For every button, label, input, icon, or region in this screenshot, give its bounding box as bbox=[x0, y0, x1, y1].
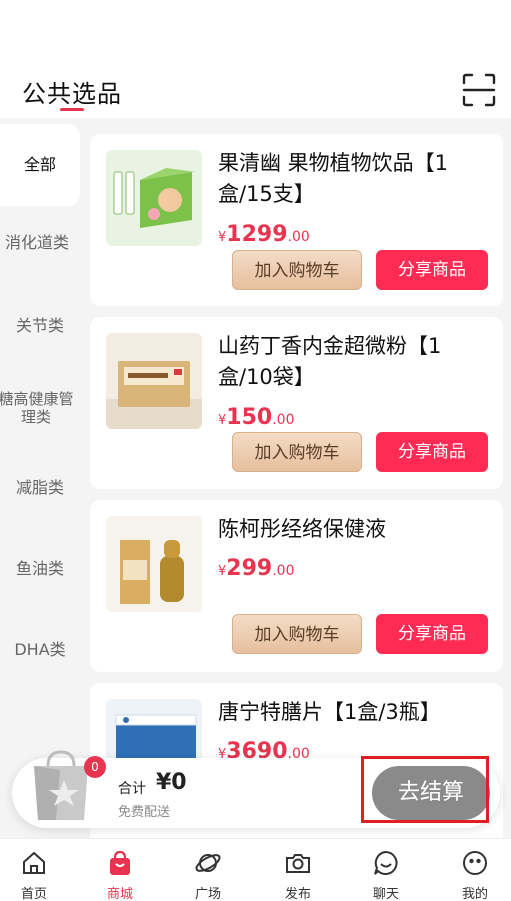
category-sidebar: 全部 消化道类 关节类 糖高健康管理类 减脂类 鱼油类 DHA类 bbox=[0, 118, 80, 838]
tab-mall[interactable]: 商城 bbox=[86, 839, 154, 901]
scan-icon[interactable] bbox=[461, 72, 497, 108]
shipping-note: 免费配送 bbox=[118, 805, 171, 820]
smiley-icon bbox=[463, 851, 487, 875]
product-price: ¥1299.00 bbox=[218, 222, 310, 247]
tab-home[interactable]: 首页 bbox=[0, 839, 68, 901]
product-card[interactable]: 山药丁香内金超微粉【1盒/10袋】 ¥150.00 加入购物车 分享商品 bbox=[90, 317, 503, 489]
product-card[interactable]: 陈柯彤经络保健液 ¥299.00 加入购物车 分享商品 bbox=[90, 500, 503, 672]
tab-label: 我的 bbox=[461, 887, 488, 901]
highlight-box bbox=[361, 756, 489, 823]
category-fish-oil[interactable]: 鱼油类 bbox=[0, 560, 80, 578]
category-dha[interactable]: DHA类 bbox=[0, 641, 80, 659]
home-icon bbox=[23, 851, 45, 874]
category-all[interactable]: 全部 bbox=[0, 124, 80, 206]
product-card[interactable]: 果清幽 果物植物饮品【1盒/15支】 ¥1299.00 加入购物车 分享商品 bbox=[90, 134, 503, 306]
product-name: 陈柯彤经络保健液 bbox=[218, 517, 386, 541]
tab-chat[interactable]: 聊天 bbox=[352, 839, 420, 901]
total-value: ¥0 bbox=[156, 770, 187, 795]
category-joint[interactable]: 关节类 bbox=[0, 317, 80, 335]
product-image bbox=[106, 150, 202, 246]
product-name: 唐宁特膳片【1盒/3瓶】 bbox=[218, 700, 441, 724]
tab-label: 首页 bbox=[20, 887, 47, 901]
page-title: 公共选品 bbox=[22, 80, 122, 108]
product-price: ¥150.00 bbox=[218, 405, 295, 430]
share-product-button[interactable]: 分享商品 bbox=[376, 250, 488, 290]
category-glucose-health[interactable]: 糖高健康管理类 bbox=[0, 390, 80, 426]
tab-label: 广场 bbox=[194, 887, 221, 901]
product-image bbox=[106, 516, 202, 612]
camera-icon bbox=[286, 854, 310, 873]
product-name: 山药丁香内金超微粉【1盒/10袋】 bbox=[218, 334, 442, 389]
tab-label: 聊天 bbox=[372, 887, 399, 901]
tab-publish[interactable]: 发布 bbox=[264, 839, 332, 901]
cart-count-badge: 0 bbox=[84, 756, 106, 778]
product-name: 果清幽 果物植物饮品【1盒/15支】 bbox=[218, 151, 449, 206]
tab-label: 发布 bbox=[284, 887, 311, 901]
share-product-button[interactable]: 分享商品 bbox=[376, 432, 488, 472]
shopping-bag-icon bbox=[110, 850, 130, 875]
product-price: ¥299.00 bbox=[218, 556, 295, 581]
product-image bbox=[106, 333, 202, 429]
share-product-button[interactable]: 分享商品 bbox=[376, 614, 488, 654]
tab-me[interactable]: 我的 bbox=[441, 839, 509, 901]
chat-icon bbox=[374, 850, 398, 875]
add-to-cart-button[interactable]: 加入购物车 bbox=[232, 250, 362, 290]
planet-icon bbox=[195, 854, 221, 872]
tab-label: 商城 bbox=[106, 887, 133, 901]
top-header: 公共选品 bbox=[0, 0, 511, 118]
category-fat-loss[interactable]: 减脂类 bbox=[0, 479, 80, 497]
total-label: 合计 bbox=[118, 781, 146, 797]
add-to-cart-button[interactable]: 加入购物车 bbox=[232, 432, 362, 472]
add-to-cart-button[interactable]: 加入购物车 bbox=[232, 614, 362, 654]
tab-plaza[interactable]: 广场 bbox=[174, 839, 242, 901]
title-underline bbox=[60, 108, 84, 111]
category-digestive[interactable]: 消化道类 bbox=[0, 234, 80, 252]
bottom-tabbar: 首页 商城 广场 发布 聊天 我的 bbox=[0, 838, 511, 901]
